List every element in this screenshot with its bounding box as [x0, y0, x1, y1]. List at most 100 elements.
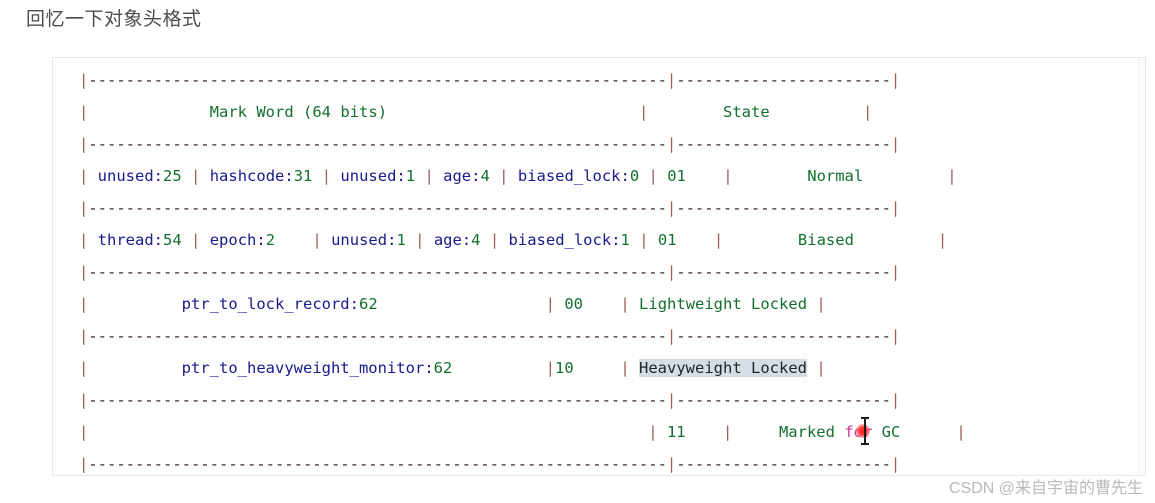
page-title: 回忆一下对象头格式: [26, 9, 202, 30]
dash-glyph: -----------------------: [676, 199, 891, 217]
code-separator-line: |---------------------------------------…: [79, 448, 966, 475]
field-value: 10: [555, 359, 574, 377]
state-text: GC: [881, 423, 901, 441]
field-name: biased_lock: [508, 231, 612, 249]
field-name: hashcode: [209, 167, 285, 185]
dash-glyph: ----------------------------------------…: [88, 455, 667, 473]
pipe-glyph: |: [722, 423, 733, 441]
spacer: :: [424, 359, 434, 377]
pipe-glyph: |: [890, 263, 901, 281]
dash-glyph: -----------------------: [676, 263, 891, 281]
code-scrollbar[interactable]: [1138, 58, 1145, 475]
code-row-row-heavyweight: | ptr_to_heavyweight_monitor:62 |10 | He…: [79, 352, 966, 384]
field-name: age: [443, 167, 472, 185]
field-value: 11: [666, 423, 686, 441]
pipe-glyph: |: [666, 391, 677, 409]
code-row-row-biased: | thread:54 | epoch:2 | unused:1 | age:4…: [79, 224, 966, 256]
pipe-glyph: |: [816, 359, 826, 377]
code-row-row-header: | Mark Word (64 bits) | State |: [79, 96, 966, 128]
spacer: :: [396, 167, 406, 185]
pipe-glyph: |: [499, 167, 509, 185]
spacer: :: [620, 167, 630, 185]
pipe-glyph: |: [713, 231, 724, 249]
pipe-glyph: |: [723, 167, 733, 185]
dash-glyph: -----------------------: [676, 327, 891, 345]
pipe-glyph: |: [79, 263, 89, 281]
pipe-glyph: |: [947, 167, 957, 185]
dash-glyph: -----------------------: [676, 135, 891, 153]
state-text: (: [293, 103, 313, 121]
field-value: 1: [405, 167, 416, 185]
pipe-glyph: |: [79, 71, 89, 89]
field-name: ptr_to_lock_record: [181, 295, 350, 313]
state-text: Normal: [807, 167, 864, 185]
pipe-glyph: |: [890, 327, 901, 345]
field-name: unused: [340, 167, 397, 185]
code-separator-line: |---------------------------------------…: [79, 384, 966, 416]
code-separator-line: |---------------------------------------…: [79, 320, 966, 352]
field-name: unused: [97, 167, 154, 185]
dash-glyph: ----------------------------------------…: [88, 263, 667, 281]
field-name: unused: [331, 231, 388, 249]
code-separator-line: |---------------------------------------…: [79, 64, 966, 96]
pipe-glyph: |: [816, 295, 826, 313]
pipe-glyph: |: [890, 391, 901, 409]
pipe-glyph: |: [545, 295, 555, 313]
dash-glyph: ----------------------------------------…: [88, 71, 667, 89]
field-name: ptr_to_heavyweight_monitor: [181, 359, 425, 377]
field-value: 64: [312, 103, 332, 121]
state-text: Word: [256, 103, 294, 121]
pipe-glyph: |: [191, 167, 201, 185]
pipe-glyph: |: [890, 455, 901, 473]
code-separator-line: |---------------------------------------…: [79, 256, 966, 288]
field-value: 2: [265, 231, 276, 249]
pipe-glyph: |: [79, 135, 89, 153]
state-text: Marked: [778, 423, 835, 441]
field-name: biased_lock: [517, 167, 621, 185]
spacer: :: [256, 231, 266, 249]
field-name: thread: [97, 231, 154, 249]
state-text: State: [723, 103, 770, 121]
pipe-glyph: |: [666, 135, 677, 153]
pipe-glyph: |: [79, 199, 89, 217]
pipe-glyph: |: [890, 199, 901, 217]
field-value: 0: [629, 167, 640, 185]
state-text: Locked: [751, 295, 808, 313]
code-block[interactable]: |---------------------------------------…: [52, 57, 1146, 476]
pipe-glyph: |: [666, 455, 677, 473]
pipe-glyph: |: [666, 327, 677, 345]
field-value: 01: [657, 231, 677, 249]
keyword: for: [844, 423, 873, 441]
code-lines[interactable]: |---------------------------------------…: [79, 64, 966, 475]
selected-text[interactable]: Heavyweight Locked: [639, 359, 807, 377]
field-value: 00: [564, 295, 584, 313]
field-value: 31: [293, 167, 313, 185]
pipe-glyph: |: [545, 359, 555, 377]
dash-glyph: -----------------------: [676, 391, 891, 409]
pipe-glyph: |: [863, 103, 873, 121]
dash-glyph: ----------------------------------------…: [88, 199, 667, 217]
pipe-glyph: |: [191, 231, 201, 249]
